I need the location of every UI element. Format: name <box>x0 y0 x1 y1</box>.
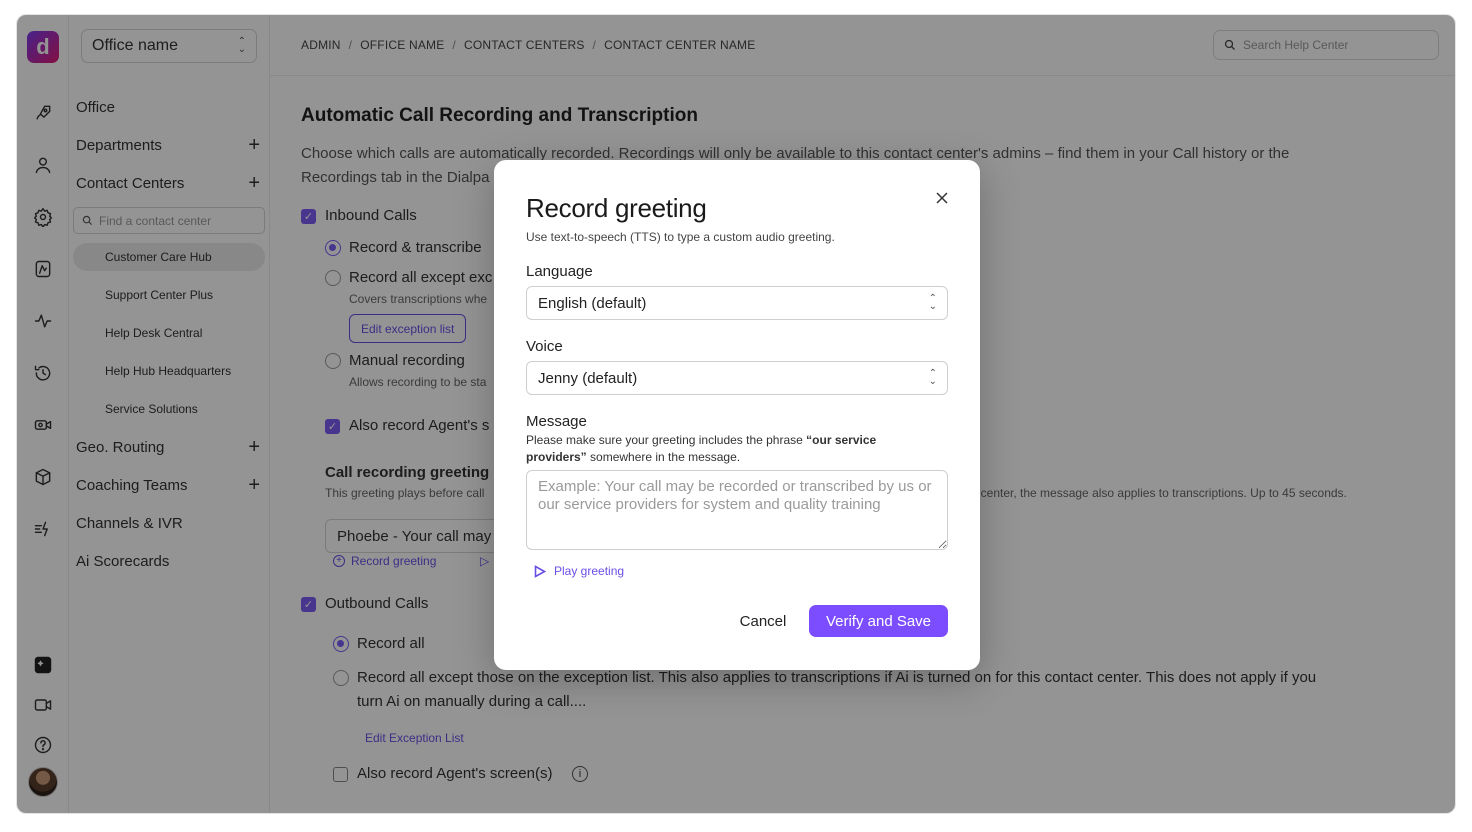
dialog-title: Record greeting <box>526 193 707 223</box>
language-select[interactable]: English (default) ⌃ ⌄ <box>526 286 948 320</box>
language-label: Language <box>526 263 593 280</box>
chevron-updown-icon: ⌃ ⌄ <box>928 368 937 387</box>
helper-prefix: Please make sure your greeting includes … <box>526 433 807 447</box>
voice-label: Voice <box>526 338 563 355</box>
voice-select[interactable]: Jenny (default) ⌃ ⌄ <box>526 361 948 395</box>
close-icon[interactable] <box>932 188 952 208</box>
record-greeting-dialog: Record greeting Use text-to-speech (TTS)… <box>494 160 980 670</box>
verify-and-save-button[interactable]: Verify and Save <box>809 605 948 637</box>
language-select-value: English (default) <box>538 294 647 312</box>
helper-suffix: somewhere in the message. <box>586 450 741 464</box>
play-greeting-button[interactable]: Play greeting <box>534 564 624 578</box>
play-icon <box>534 564 546 578</box>
app-window: d Office name ⌃ ⌄ Office Departments + C… <box>16 14 1456 814</box>
message-helper-text: Please make sure your greeting includes … <box>526 432 926 466</box>
cancel-button[interactable]: Cancel <box>730 605 796 637</box>
play-greeting-label: Play greeting <box>554 564 625 578</box>
message-textarea[interactable] <box>526 470 948 550</box>
voice-select-value: Jenny (default) <box>538 369 638 387</box>
dialog-subtitle: Use text-to-speech (TTS) to type a custo… <box>526 230 835 244</box>
chevron-updown-icon: ⌃ ⌄ <box>928 293 937 312</box>
message-label: Message <box>526 413 587 430</box>
